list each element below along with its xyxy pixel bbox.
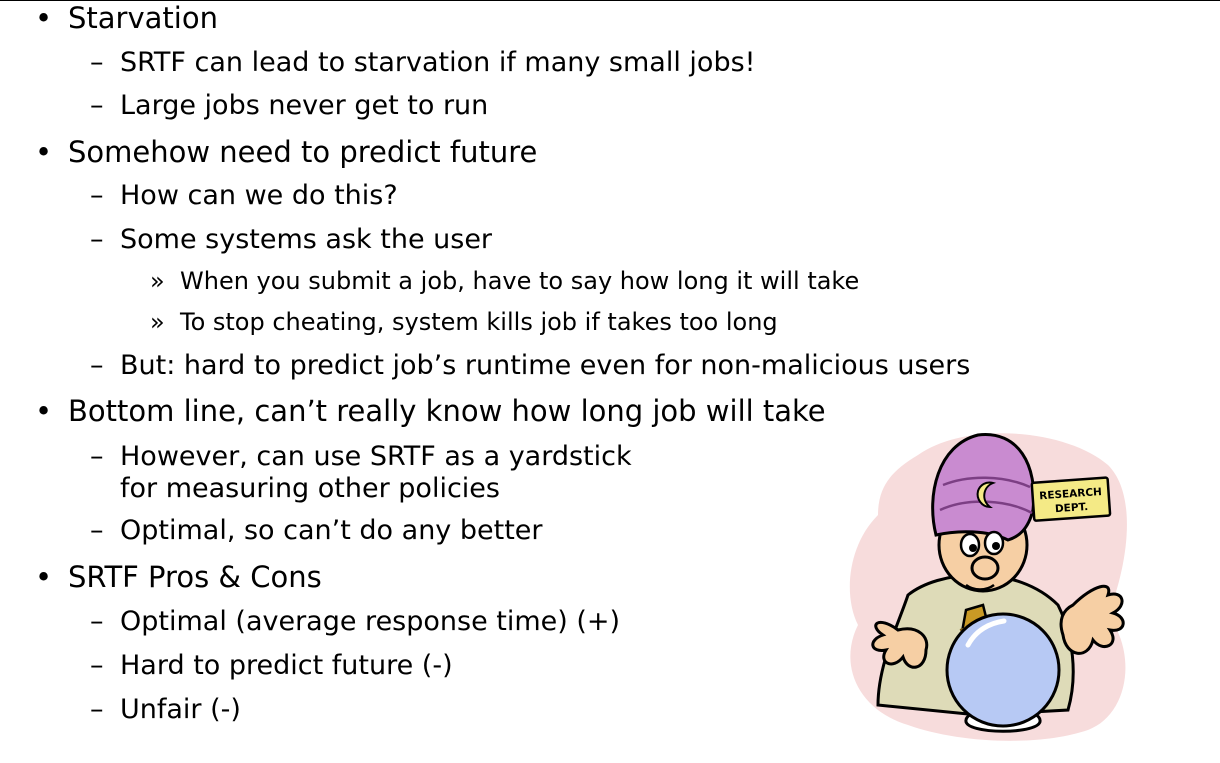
bullet-text: Bottom line, can’t really know how long … — [68, 394, 826, 428]
sign-line-2: DEPT. — [1055, 501, 1089, 515]
dash-marker: – — [90, 694, 104, 725]
dash-marker: – — [90, 441, 104, 472]
bullet-marker: • — [35, 394, 53, 428]
sub-bullet: – But: hard to predict job’s runtime even… — [90, 350, 970, 381]
bullet-marker: • — [35, 1, 53, 35]
sub-bullet: – Unfair (-) — [90, 694, 241, 725]
sub-bullet-text: Large jobs never get to run — [120, 90, 489, 121]
sub-bullet: – Optimal, so can’t do any better — [90, 515, 543, 546]
dash-marker: – — [90, 350, 104, 381]
chevron-marker: » — [150, 267, 165, 295]
sub-sub-bullet: » When you submit a job, have to say how … — [150, 267, 860, 296]
dash-marker: – — [90, 650, 104, 681]
bullet-pros-cons: • SRTF Pros & Cons — [35, 560, 354, 594]
dash-marker: – — [90, 47, 104, 78]
sub-sub-bullet: » To stop cheating, system kills job if t… — [150, 308, 778, 337]
slide-content: • Starvation – SRTF can lead to starvation… — [0, 0, 1220, 763]
sub-bullet: – However, can use SRTF as a yardstick — [90, 441, 632, 472]
sub-bullet-text: Some systems ask the user — [120, 224, 493, 255]
dash-marker: – — [90, 180, 104, 211]
sub-bullet-text: Optimal (average response time) (+) — [120, 606, 621, 637]
dash-marker: – — [90, 90, 104, 121]
sub-bullet-text: However, can use SRTF as a yardstick — [120, 441, 632, 472]
research-sign: RESEARCH DEPT. — [1030, 476, 1112, 522]
sub-bullet-text: How can we do this? — [120, 180, 398, 211]
sub-bullet-continuation-text: for measuring other policies — [120, 473, 500, 504]
bullet-bottom-line: • Bottom line, can’t really know how long… — [35, 394, 858, 428]
sub-bullet: – How can we do this? — [90, 180, 398, 211]
sub-bullet: – Optimal (average response time) (+) — [90, 606, 620, 637]
sub-bullet-text: Unfair (-) — [120, 694, 241, 725]
bullet-marker: • — [35, 135, 53, 169]
bullet-starvation: • Starvation — [35, 1, 250, 35]
sub-bullet: – Hard to predict future (-) — [90, 650, 453, 681]
sub-bullet-text: Optimal, so can’t do any better — [120, 515, 543, 546]
fortune-teller-crystal-ball-icon: RESEARCH DEPT. — [849, 433, 1127, 741]
sub-bullet-text: Hard to predict future (-) — [120, 650, 453, 681]
nose — [970, 555, 1000, 581]
sub-bullet: – Large jobs never get to run — [90, 90, 488, 121]
sub-bullet-text: But: hard to predict job’s runtime even … — [120, 350, 971, 381]
sub-bullet-text: SRTF can lead to starvation if many smal… — [120, 47, 756, 78]
bullet-marker: • — [35, 560, 53, 594]
bullet-text: SRTF Pros & Cons — [68, 560, 322, 594]
sub-sub-bullet-text: When you submit a job, have to say how l… — [180, 267, 860, 295]
chevron-marker: » — [150, 308, 165, 336]
sub-bullet-continuation: for measuring other policies — [120, 473, 500, 504]
sub-bullet: – SRTF can lead to starvation if many sma… — [90, 47, 755, 78]
bullet-predict-future: • Somehow need to predict future — [35, 135, 569, 169]
sub-sub-bullet-text: To stop cheating, system kills job if ta… — [180, 308, 778, 336]
crystal-ball — [945, 612, 1061, 728]
bullet-text: Starvation — [68, 1, 218, 35]
dash-marker: – — [90, 224, 104, 255]
dash-marker: – — [90, 606, 104, 637]
dash-marker: – — [90, 515, 104, 546]
bullet-text: Somehow need to predict future — [68, 135, 538, 169]
sub-bullet: – Some systems ask the user — [90, 224, 492, 255]
